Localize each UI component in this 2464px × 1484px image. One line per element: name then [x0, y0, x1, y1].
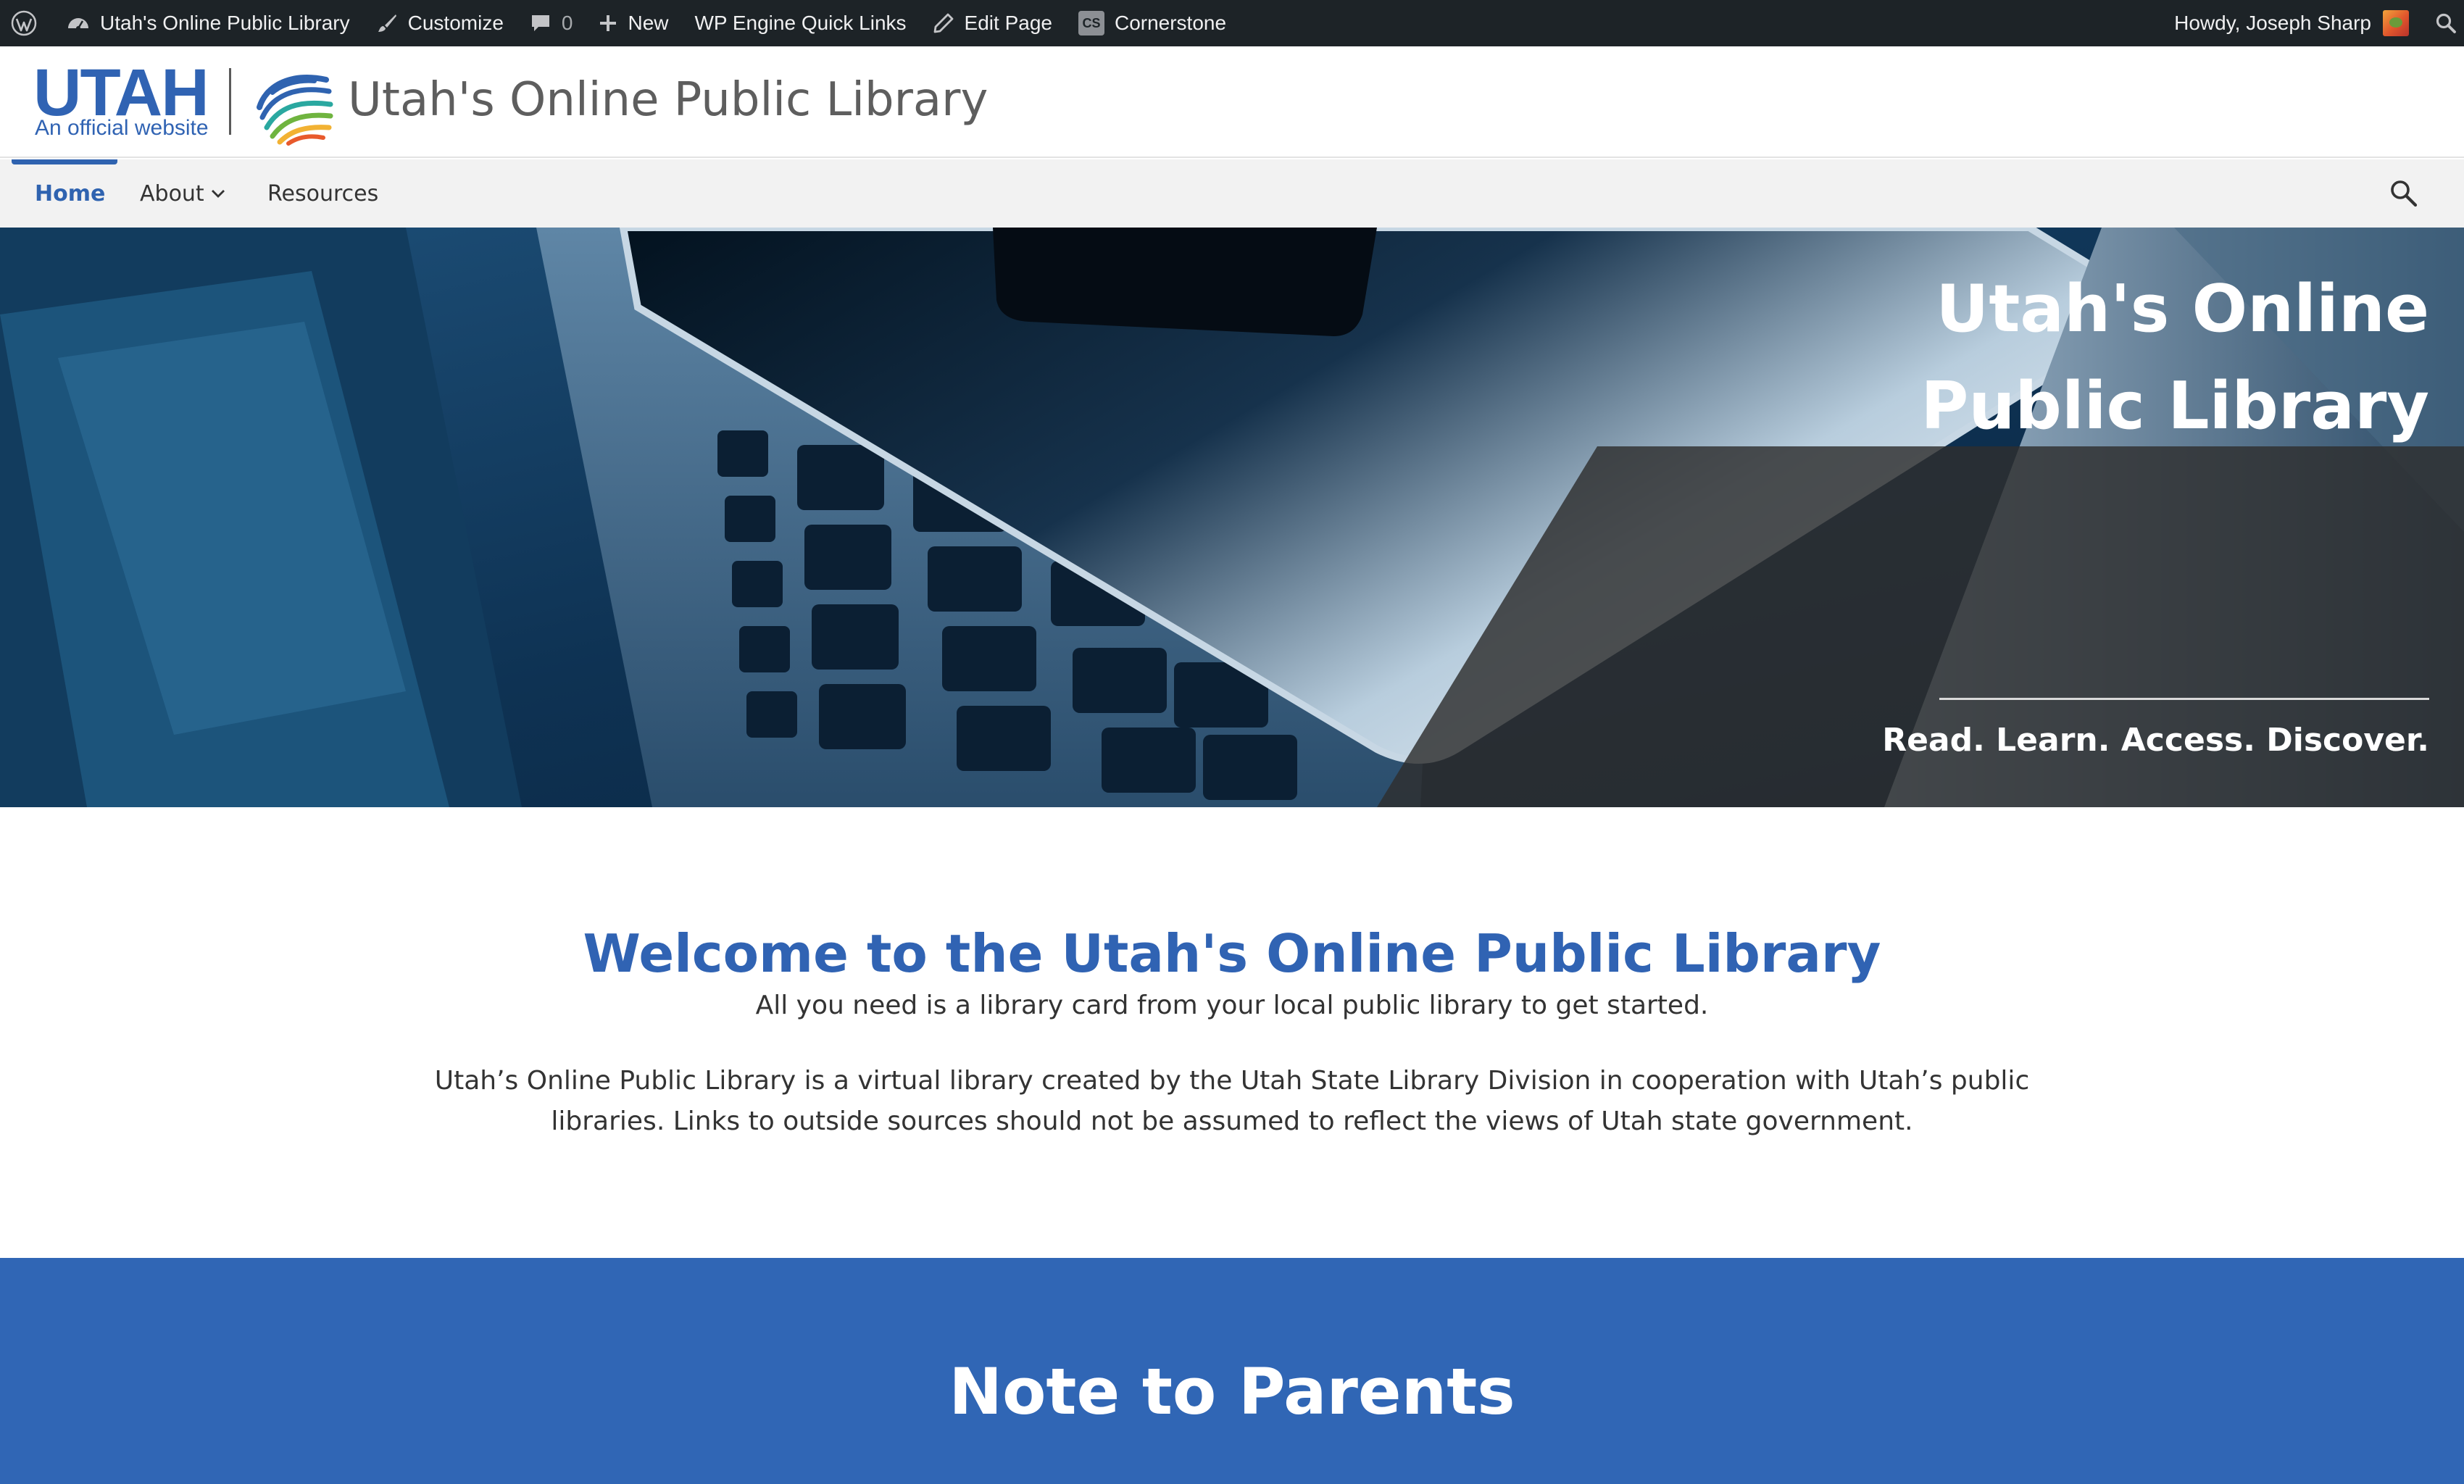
site-title[interactable]: Utah's Online Public Library — [348, 71, 988, 129]
nav-item-resources[interactable]: Resources — [267, 159, 378, 228]
wp-admin-bar: Utah's Online Public Library Customize 0… — [0, 0, 2464, 46]
pencil-icon — [933, 13, 953, 33]
avatar — [2383, 10, 2409, 36]
nav-item-home[interactable]: Home — [35, 159, 105, 228]
welcome-body-text: Utah’s Online Public Library is a virtua… — [434, 1066, 2030, 1136]
adminbar-edit-page[interactable]: Edit Page — [920, 0, 1065, 46]
library-logo-icon[interactable] — [251, 62, 338, 146]
adminbar-greeting: Howdy, Joseph Sharp — [2174, 12, 2371, 34]
nav-item-about-label: About — [140, 180, 204, 207]
dashboard-icon — [68, 18, 88, 30]
welcome-heading: Welcome to the Utah's Online Public Libr… — [583, 923, 1881, 984]
header-divider — [229, 68, 231, 135]
adminbar-comments[interactable]: 0 — [517, 0, 586, 46]
search-icon[interactable] — [2389, 178, 2419, 209]
adminbar-edit-page-label: Edit Page — [964, 12, 1052, 34]
adminbar-cornerstone-label: Cornerstone — [1114, 12, 1227, 34]
main-navigation: Home About Resources — [0, 159, 2464, 228]
adminbar-site-name-label: Utah's Online Public Library — [100, 12, 350, 34]
comment-icon — [531, 15, 549, 31]
adminbar-site-name[interactable]: Utah's Online Public Library — [54, 0, 363, 46]
cornerstone-icon: CS — [1078, 11, 1104, 36]
adminbar-new-label: New — [628, 12, 669, 34]
adminbar-quick-links-label: WP Engine Quick Links — [694, 12, 907, 34]
adminbar-account[interactable]: Howdy, Joseph Sharp — [2161, 0, 2422, 46]
note-to-parents-heading: Note to Parents — [949, 1354, 1515, 1429]
wordpress-logo-icon[interactable] — [0, 0, 54, 46]
adminbar-new[interactable]: New — [586, 0, 681, 46]
paintbrush-icon — [378, 14, 396, 32]
official-website-text[interactable]: An official website — [35, 116, 209, 141]
adminbar-customize-label: Customize — [407, 12, 504, 34]
adminbar-cornerstone[interactable]: CS Cornerstone — [1065, 0, 1239, 46]
plus-icon — [600, 15, 617, 31]
site-header: UTAH An official website Utah's Online P… — [0, 46, 2464, 158]
hero-tagline: Read. Learn. Access. Discover. — [1882, 722, 2429, 759]
search-icon — [2436, 13, 2456, 33]
nav-item-about[interactable]: About — [140, 159, 226, 228]
hero-title: Utah's Online Public Library — [1920, 271, 2429, 444]
adminbar-search[interactable] — [2422, 0, 2464, 46]
chevron-down-icon — [211, 190, 225, 198]
adminbar-customize[interactable]: Customize — [363, 0, 517, 46]
adminbar-quick-links[interactable]: WP Engine Quick Links — [681, 0, 919, 46]
hero-divider — [1939, 698, 2429, 700]
comments-count: 0 — [561, 12, 573, 34]
welcome-subtitle: All you need is a library card from your… — [755, 991, 1709, 1020]
adminbar-right: Howdy, Joseph Sharp — [2161, 0, 2464, 46]
